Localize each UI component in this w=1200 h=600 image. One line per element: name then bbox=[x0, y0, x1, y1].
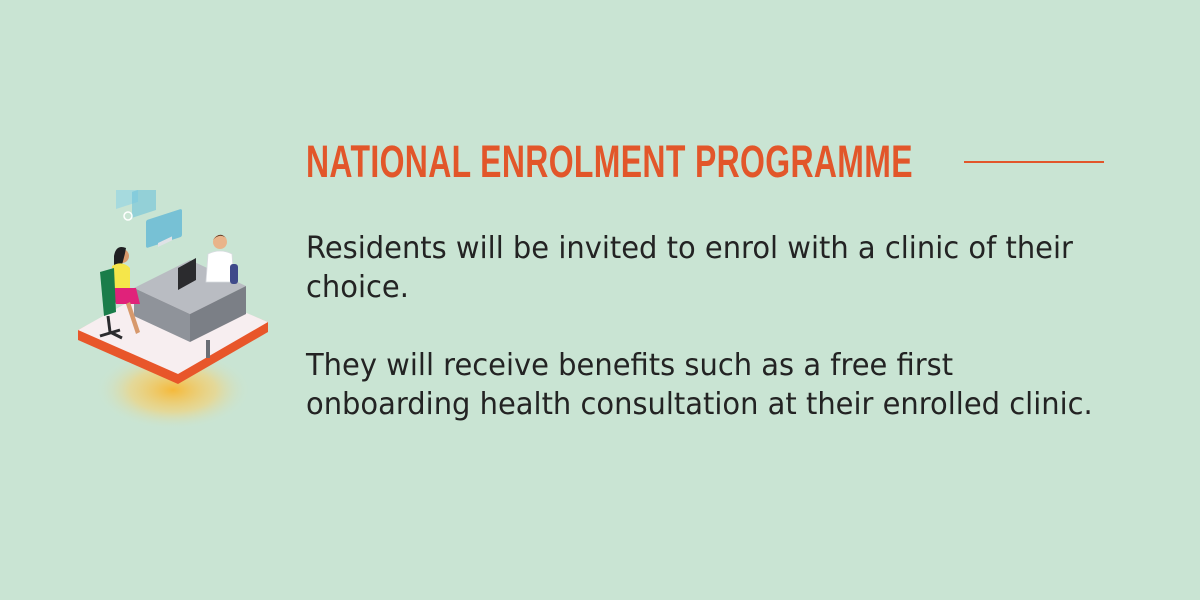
page-title: NATIONAL ENROLMENT PROGRAMME bbox=[306, 136, 913, 187]
title-divider bbox=[964, 161, 1104, 163]
doctor-head bbox=[213, 235, 227, 249]
patient-skirt bbox=[112, 288, 140, 304]
paragraph-benefits: They will receive benefits such as a fre… bbox=[306, 348, 1093, 422]
doctor-coat bbox=[205, 250, 235, 283]
patient-chair bbox=[100, 268, 116, 316]
doctor-chair bbox=[230, 264, 238, 284]
paragraph-invitation: Residents will be invited to enrol with … bbox=[306, 231, 1073, 305]
screen-panel-mid bbox=[132, 190, 156, 218]
stethoscope-icon bbox=[123, 211, 133, 221]
body-text: Residents will be invited to enrol with … bbox=[306, 229, 1107, 463]
doctor-consultation-illustration bbox=[78, 190, 268, 430]
desk-leg bbox=[206, 340, 210, 358]
